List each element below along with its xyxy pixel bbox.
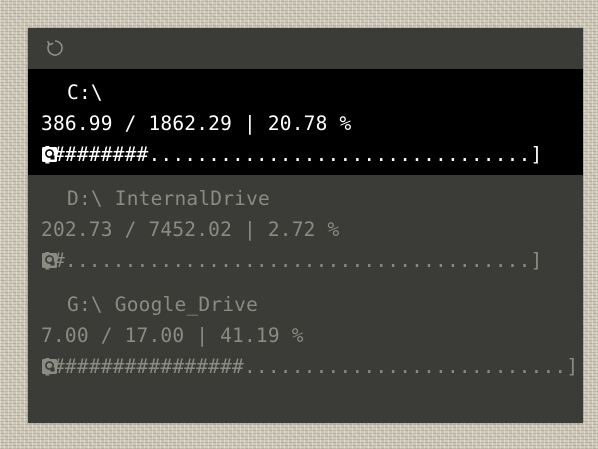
drive-usage-bar: [########...............................… bbox=[41, 143, 543, 166]
drive-usage-bar: [#......................................… bbox=[41, 249, 543, 272]
drive-item-c[interactable]: C:\ 386.99 / 1862.29 | 20.78 % [########… bbox=[28, 69, 583, 175]
disk-icon bbox=[41, 190, 58, 268]
drive-item-g[interactable]: G:\ Google_Drive 7.00 / 17.00 | 41.19 % … bbox=[28, 281, 583, 387]
drive-item-d[interactable]: D:\ InternalDrive 202.73 / 7452.02 | 2.7… bbox=[28, 175, 583, 281]
refresh-button[interactable] bbox=[44, 37, 66, 59]
drive-name: D:\ InternalDrive bbox=[67, 187, 270, 210]
drive-usage-bar: [################.......................… bbox=[41, 355, 579, 378]
drive-monitor-widget: C:\ 386.99 / 1862.29 | 20.78 % [########… bbox=[28, 28, 583, 423]
disk-icon bbox=[41, 296, 58, 374]
drive-name: C:\ bbox=[67, 81, 103, 104]
disk-icon bbox=[41, 84, 58, 162]
drive-name: G:\ Google_Drive bbox=[67, 293, 259, 316]
refresh-icon bbox=[46, 40, 63, 56]
toolbar bbox=[28, 28, 583, 69]
